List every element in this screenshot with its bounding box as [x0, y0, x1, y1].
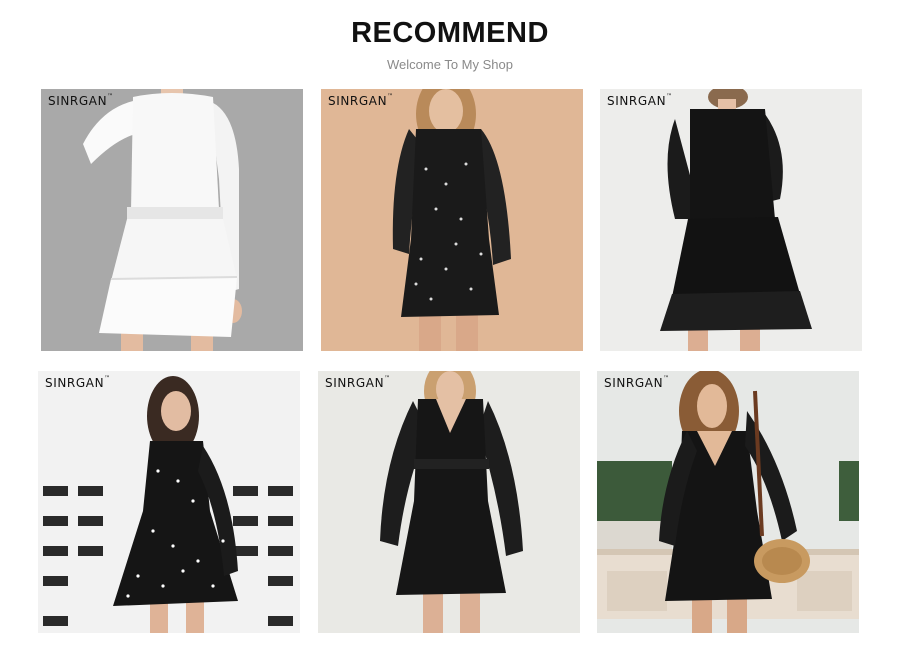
brand-logo: SINRGAN™ [607, 93, 673, 108]
header: RECOMMEND Welcome To My Shop [0, 0, 900, 73]
product-card-5[interactable]: SINRGAN™ [318, 371, 580, 633]
page-subtitle: Welcome To My Shop [387, 57, 513, 72]
product-card-2[interactable]: SINRGAN™ [321, 89, 583, 351]
page-title: RECOMMEND [351, 17, 549, 49]
brand-logo: SINRGAN™ [45, 375, 111, 390]
product-card-4[interactable]: SINRGAN™ [38, 371, 300, 633]
brand-logo: SINRGAN™ [604, 375, 670, 390]
black-dress-with-bag-photo [597, 371, 859, 633]
product-card-6[interactable]: SINRGAN™ [597, 371, 859, 633]
black-v-neck-dress-photo [318, 371, 580, 633]
black-polka-dot-dress-photo [321, 89, 583, 351]
brand-logo: SINRGAN™ [325, 375, 391, 390]
product-card-3[interactable]: SINRGAN™ [600, 89, 862, 351]
brand-logo: SINRGAN™ [48, 93, 114, 108]
white-dress-photo [41, 89, 303, 351]
black-tiered-dress-photo [600, 89, 862, 351]
product-card-1[interactable]: SINRGAN™ [41, 89, 303, 351]
brand-logo: SINRGAN™ [328, 93, 394, 108]
black-white-dot-wrap-dress-photo [38, 371, 300, 633]
